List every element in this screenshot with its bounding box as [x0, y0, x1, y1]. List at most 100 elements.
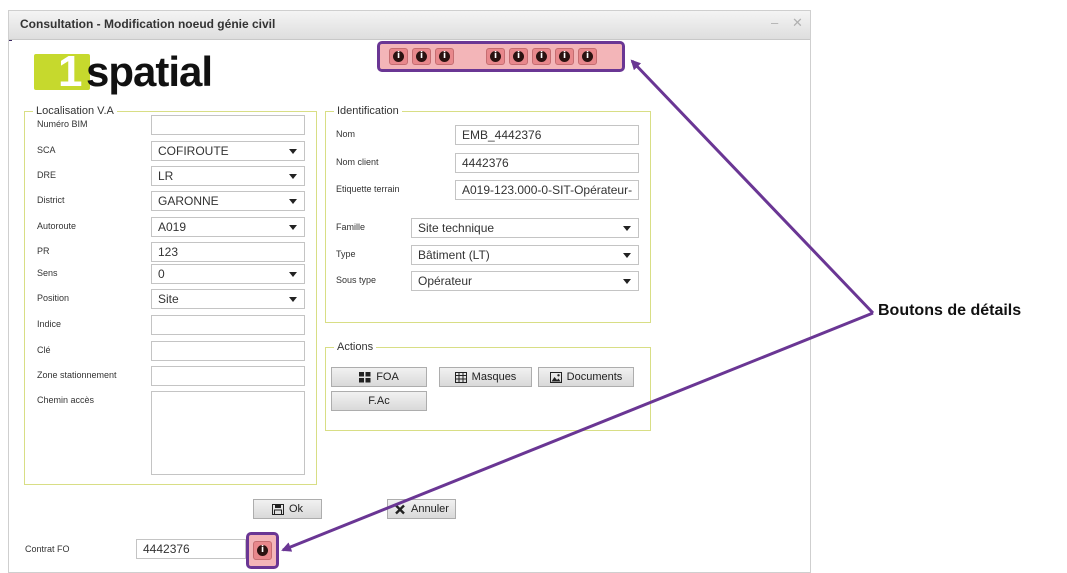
info-icon: i	[513, 51, 524, 62]
etiquette-terrain-input[interactable]: A019-123.000-0-SIT-Opérateur-	[455, 180, 639, 200]
position-value: Site	[158, 292, 179, 306]
ok-button[interactable]: Ok	[253, 499, 322, 519]
sca-value: COFIROUTE	[158, 144, 229, 158]
minimize-button[interactable]: –	[771, 15, 778, 30]
chevron-down-icon	[289, 297, 297, 302]
logo-wordmark: spatial	[86, 48, 213, 95]
info-icon: i	[536, 51, 547, 62]
details-button-5[interactable]: i	[509, 48, 528, 65]
details-button-4[interactable]: i	[486, 48, 505, 65]
chevron-down-icon	[289, 174, 297, 179]
sca-select[interactable]: COFIROUTE	[151, 141, 305, 161]
masques-label: Masques	[471, 371, 517, 383]
famille-value: Site technique	[418, 221, 495, 235]
sens-value: 0	[158, 267, 165, 281]
numero-bim-input[interactable]	[151, 115, 305, 135]
label-cle: Clé	[37, 345, 51, 355]
indice-input[interactable]	[151, 315, 305, 335]
label-dre: DRE	[37, 170, 57, 180]
chemin-acces-textarea[interactable]	[151, 391, 305, 475]
label-nom: Nom	[336, 129, 356, 139]
window-title: Consultation - Modification noeud génie …	[20, 17, 276, 31]
chevron-down-icon	[623, 253, 631, 258]
details-button-8[interactable]: i	[578, 48, 597, 65]
documents-button[interactable]: Documents	[538, 367, 634, 387]
label-indice: Indice	[37, 319, 62, 329]
fac-label: F.Ac	[368, 395, 390, 407]
grid-icon	[359, 371, 371, 383]
type-value: Bâtiment (LT)	[418, 248, 490, 262]
table-icon	[454, 371, 467, 383]
chevron-down-icon	[289, 149, 297, 154]
contrat-details-button[interactable]: i	[253, 541, 272, 560]
identification-legend: Identification	[337, 105, 399, 117]
label-nom-client: Nom client	[336, 157, 379, 167]
close-icon	[394, 504, 406, 515]
masques-button[interactable]: Masques	[439, 367, 532, 387]
details-button-7[interactable]: i	[555, 48, 574, 65]
details-button-6[interactable]: i	[532, 48, 551, 65]
label-zone-stationnement: Zone stationnement	[37, 370, 117, 380]
label-sous-type: Sous type	[336, 275, 377, 285]
logo: 1 spatial	[34, 48, 296, 96]
label-contrat-fo: Contrat FO	[25, 544, 70, 554]
image-icon	[549, 371, 562, 383]
save-icon	[271, 503, 284, 515]
contrat-details-highlight: i	[246, 532, 279, 569]
sous-type-select[interactable]: Opérateur	[411, 271, 639, 291]
actions-legend: Actions	[337, 341, 374, 353]
label-famille: Famille	[336, 222, 366, 232]
info-icon: i	[257, 545, 268, 556]
dialog-window: Consultation - Modification noeud génie …	[8, 10, 811, 573]
details-button-2[interactable]: i	[412, 48, 431, 65]
cancel-label: Annuler	[411, 503, 449, 515]
info-icon: i	[559, 51, 570, 62]
autoroute-value: A019	[158, 220, 187, 234]
info-icon: i	[582, 51, 593, 62]
foa-button[interactable]: FOA	[331, 367, 427, 387]
sens-select[interactable]: 0	[151, 264, 305, 284]
position-select[interactable]: Site	[151, 289, 305, 309]
logo-one: 1	[58, 47, 83, 96]
ok-label: Ok	[288, 503, 304, 515]
info-icon: i	[490, 51, 501, 62]
info-icon: i	[393, 51, 404, 62]
famille-select[interactable]: Site technique	[411, 218, 639, 238]
label-type: Type	[336, 249, 356, 259]
chevron-down-icon	[289, 225, 297, 230]
cle-input[interactable]	[151, 341, 305, 361]
label-position: Position	[37, 293, 70, 303]
documents-label: Documents	[566, 371, 623, 383]
chevron-down-icon	[623, 279, 631, 284]
label-pr: PR	[37, 246, 50, 256]
zone-stationnement-input[interactable]	[151, 366, 305, 386]
label-etiquette-terrain: Etiquette terrain	[336, 184, 400, 194]
nom-client-input[interactable]: 4442376	[455, 153, 639, 173]
label-chemin-acces: Chemin accès	[37, 395, 95, 405]
pr-input[interactable]: 123	[151, 242, 305, 262]
autoroute-select[interactable]: A019	[151, 217, 305, 237]
cancel-button[interactable]: Annuler	[387, 499, 456, 519]
district-value: GARONNE	[158, 194, 219, 208]
label-autoroute: Autoroute	[37, 221, 77, 231]
label-sca: SCA	[37, 145, 56, 155]
info-icon: i	[439, 51, 450, 62]
district-select[interactable]: GARONNE	[151, 191, 305, 211]
close-button[interactable]: ✕	[792, 15, 803, 31]
details-button-1[interactable]: i	[389, 48, 408, 65]
chevron-down-icon	[289, 199, 297, 204]
details-button-3[interactable]: i	[435, 48, 454, 65]
fac-button[interactable]: F.Ac	[331, 391, 427, 411]
dre-select[interactable]: LR	[151, 166, 305, 186]
chevron-down-icon	[623, 226, 631, 231]
label-district: District	[37, 195, 65, 205]
localisation-legend: Localisation V.A	[36, 105, 114, 117]
details-buttons-group: i i i i i i i i	[377, 41, 625, 72]
info-icon: i	[416, 51, 427, 62]
type-select[interactable]: Bâtiment (LT)	[411, 245, 639, 265]
chevron-down-icon	[289, 272, 297, 277]
foa-label: FOA	[376, 371, 399, 383]
contrat-fo-input[interactable]: 4442376	[136, 539, 246, 559]
dre-value: LR	[158, 169, 174, 183]
nom-input[interactable]: EMB_4442376	[455, 125, 639, 145]
